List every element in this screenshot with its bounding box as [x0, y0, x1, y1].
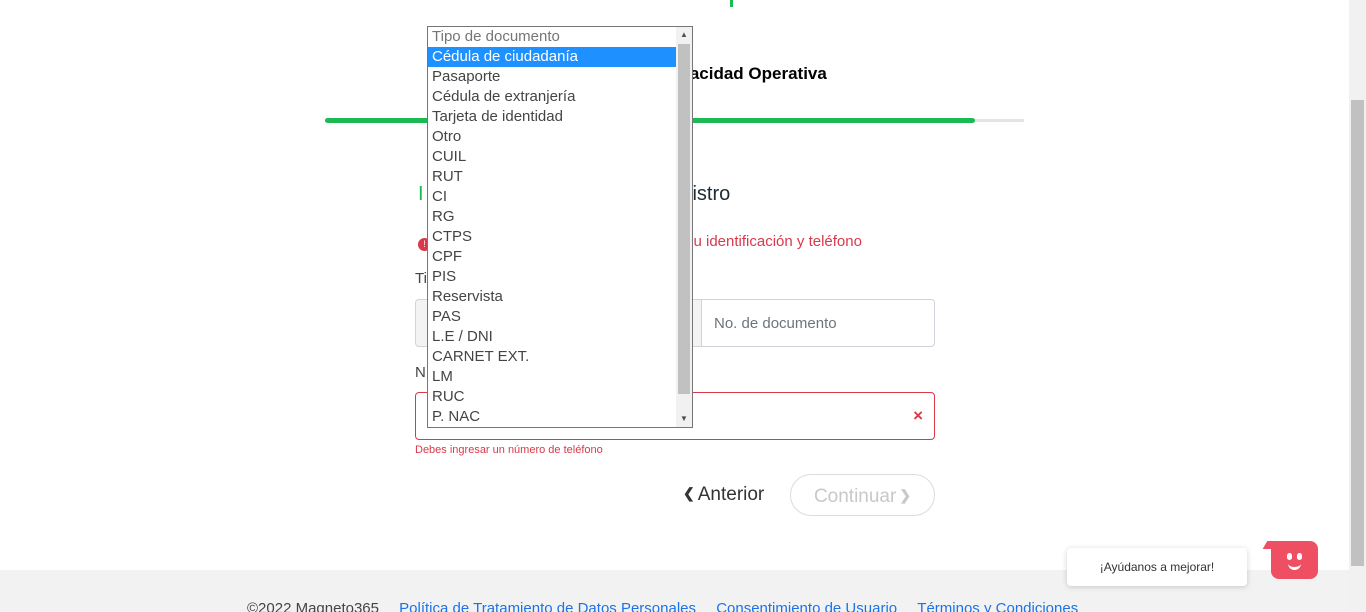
dropdown-option[interactable]: PIS: [428, 267, 677, 287]
clear-icon[interactable]: ×: [913, 406, 923, 426]
continue-button-label: Continuar: [813, 486, 897, 507]
dropdown-option[interactable]: LM: [428, 367, 677, 387]
previous-button-label: Anterior: [697, 484, 765, 505]
doc-type-dropdown-list[interactable]: Tipo de documento Cédula de ciudadanía Pas…: [427, 26, 693, 428]
dropdown-options: Tipo de documento Cédula de ciudadanía Pas…: [428, 27, 677, 427]
dropdown-option[interactable]: CARNET EXT.: [428, 347, 677, 367]
dropdown-option[interactable]: Reservista: [428, 287, 677, 307]
page-scrollbar[interactable]: [1349, 0, 1366, 612]
phone-label: N: [415, 364, 426, 381]
scroll-up-icon[interactable]: ▲: [676, 27, 692, 43]
dropdown-option[interactable]: RG: [428, 207, 677, 227]
error-alert-text: su identificación y teléfono: [686, 233, 862, 250]
dropdown-option[interactable]: CI: [428, 187, 677, 207]
dropdown-scrollbar-thumb[interactable]: [678, 44, 690, 394]
dropdown-option[interactable]: P. NAC: [428, 407, 677, 427]
dropdown-option[interactable]: Cédula de ciudadanía: [428, 47, 677, 67]
dropdown-option[interactable]: RUC: [428, 387, 677, 407]
chevron-left-icon: ❮: [683, 485, 695, 501]
dropdown-option[interactable]: CTPS: [428, 227, 677, 247]
dropdown-option[interactable]: CUIL: [428, 147, 677, 167]
doc-type-label: Ti: [415, 270, 427, 287]
footer-copyright: ©2022 Magneto365: [247, 600, 379, 612]
continue-button[interactable]: Continuar ❯: [790, 474, 935, 516]
section-heading-highlight: I: [418, 183, 424, 205]
dropdown-option[interactable]: Cédula de extranjería: [428, 87, 677, 107]
dropdown-option[interactable]: Tipo de documento: [428, 27, 677, 47]
progress-top-mark: [730, 0, 733, 7]
chevron-right-icon: ❯: [899, 487, 912, 503]
dropdown-scrollbar[interactable]: ▲ ▼: [676, 27, 692, 427]
page-scrollbar-thumb[interactable]: [1351, 100, 1364, 566]
footer-link-consent[interactable]: Consentimiento de Usuario: [716, 600, 897, 612]
doc-number-input[interactable]: [701, 299, 935, 347]
footer-link-privacy[interactable]: Política de Tratamiento de Datos Persona…: [399, 600, 696, 612]
previous-button[interactable]: ❮ Anterior: [683, 484, 764, 506]
footer-row: ©2022 Magneto365 Política de Tratamiento…: [247, 600, 1078, 612]
phone-error-message: Debes ingresar un número de teléfono: [415, 444, 603, 456]
footer-link-terms[interactable]: Términos y Condiciones: [917, 600, 1078, 612]
scroll-down-icon[interactable]: ▼: [676, 411, 692, 427]
feedback-bubble[interactable]: ¡Ayúdanos a mejorar!: [1067, 548, 1247, 586]
dropdown-option[interactable]: Pasaporte: [428, 67, 677, 87]
dropdown-option[interactable]: L.E / DNI: [428, 327, 677, 347]
dropdown-option[interactable]: Otro: [428, 127, 677, 147]
dropdown-option[interactable]: Tarjeta de identidad: [428, 107, 677, 127]
dropdown-option[interactable]: PAS: [428, 307, 677, 327]
dropdown-option[interactable]: RUT: [428, 167, 677, 187]
dropdown-option[interactable]: CPF: [428, 247, 677, 267]
feedback-bot-icon[interactable]: [1271, 541, 1318, 579]
